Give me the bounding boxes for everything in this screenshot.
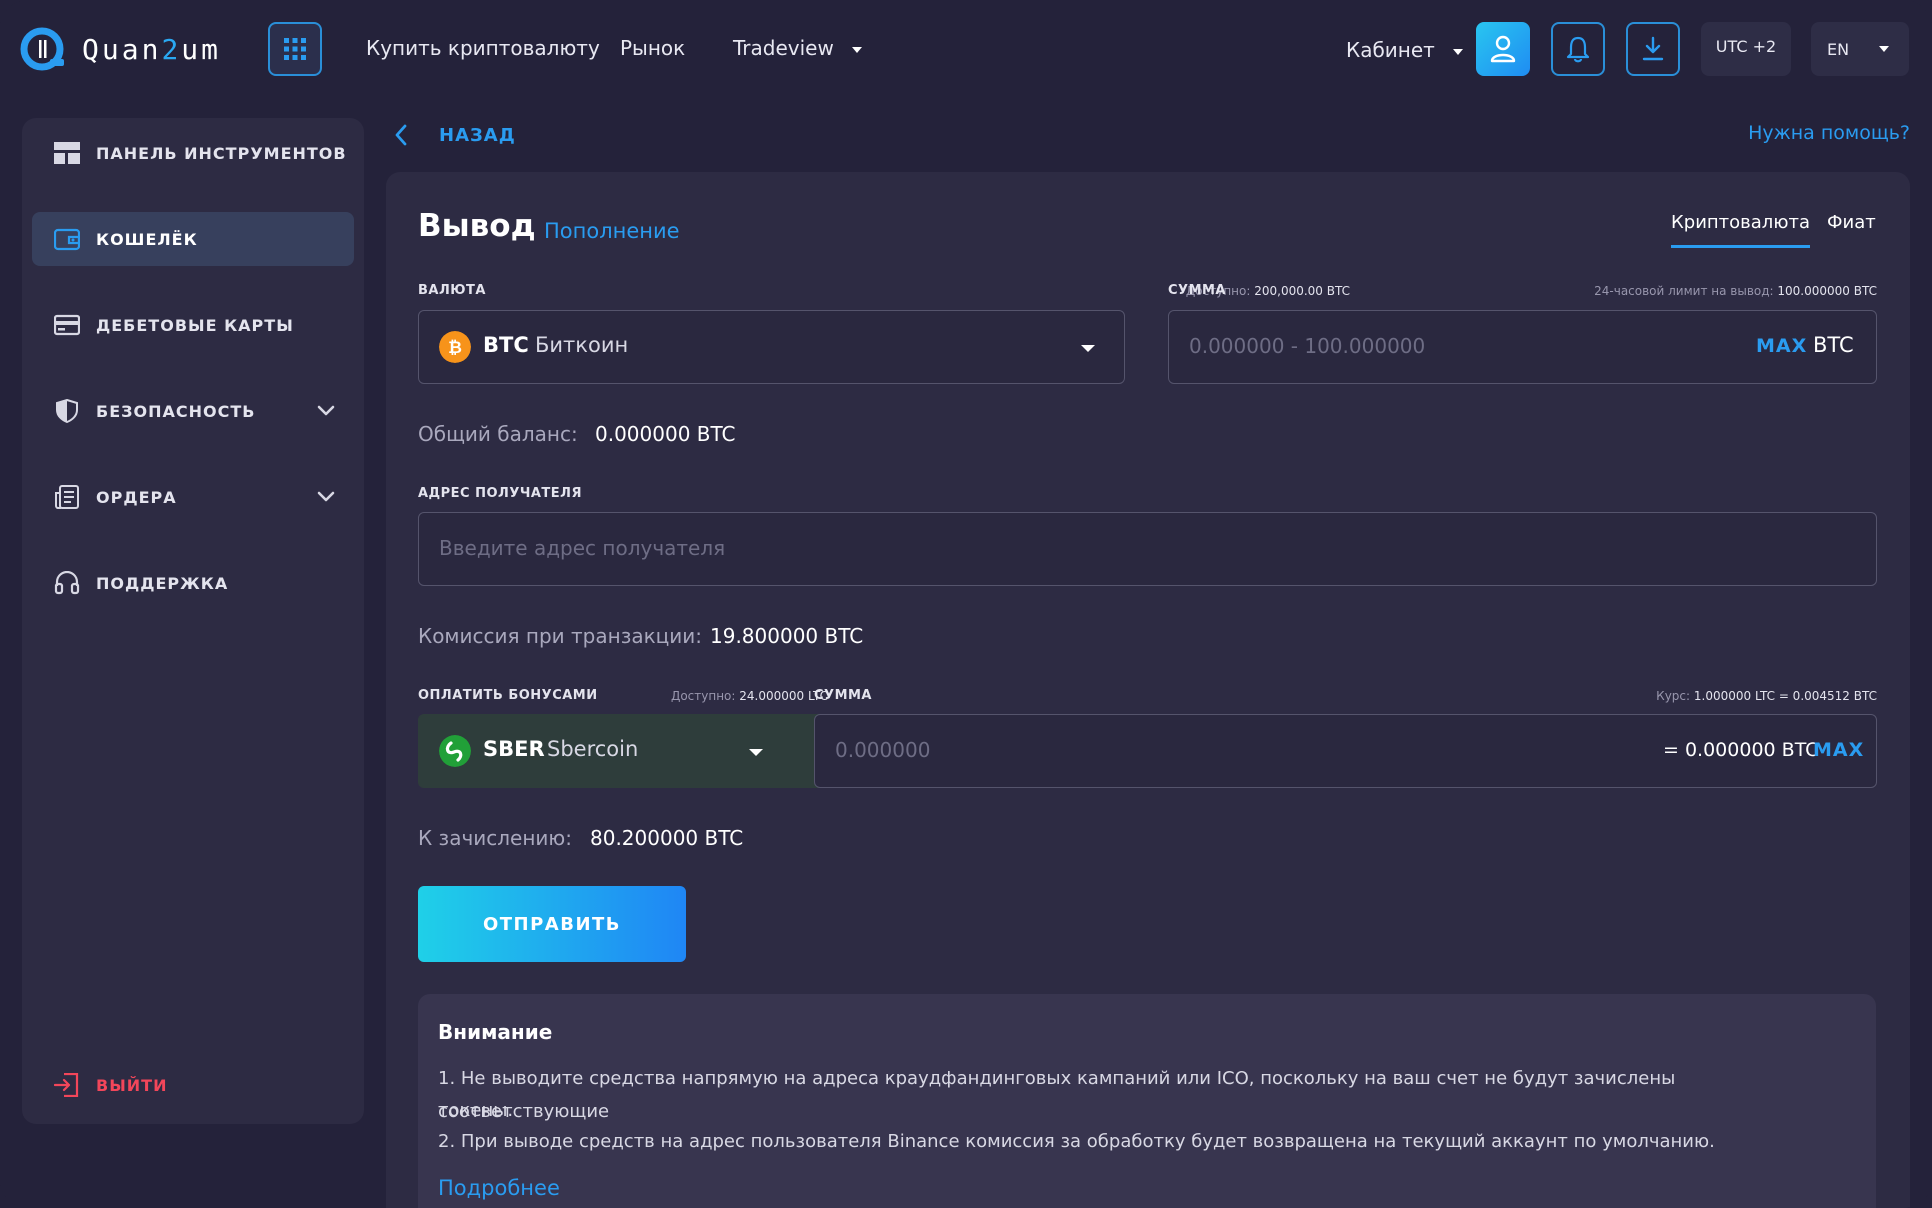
sidebar-item-orders[interactable]: ОРДЕРА [32, 470, 354, 524]
bonus-label: ОПЛАТИТЬ БОНУСАМИ [418, 688, 598, 703]
warning-notice: Внимание 1. Не выводите средства напряму… [418, 994, 1876, 1208]
chevron-down-icon [1081, 345, 1095, 352]
bonus-btc-equivalent: = 0.000000 BTC [1663, 739, 1819, 761]
sidebar-item-debit-cards[interactable]: ДЕБЕТОВЫЕ КАРТЫ [32, 298, 354, 352]
chevron-down-icon [852, 46, 863, 53]
top-header: Quan2um Купить криптовалюту Рынок Tradev… [0, 0, 1932, 100]
cabinet-dropdown[interactable]: Кабинет [1346, 38, 1464, 62]
chevron-left-icon [395, 124, 407, 146]
recipient-label: АДРЕС ПОЛУЧАТЕЛЯ [418, 486, 582, 501]
sidebar-item-label: ПАНЕЛЬ ИНСТРУМЕНТОВ [96, 143, 347, 163]
exchange-rate: Курс: 1.000000 LTC = 0.004512 BTC [1656, 689, 1877, 703]
topup-link[interactable]: Пополнение [544, 219, 680, 243]
language-label: EN [1827, 39, 1850, 59]
apps-grid-button[interactable] [268, 22, 322, 76]
nav-market[interactable]: Рынок [620, 36, 685, 60]
timezone-selector[interactable]: UTC +2 [1701, 22, 1791, 76]
orders-icon [55, 485, 79, 509]
bonus-name: Sbercoin [547, 737, 639, 761]
bonus-select[interactable]: SBER Sbercoin [418, 714, 828, 788]
notifications-button[interactable] [1551, 22, 1605, 76]
fee-value: 19.800000 BTC [710, 624, 864, 648]
more-link[interactable]: Подробнее [438, 1176, 560, 1200]
chevron-down-icon [1879, 46, 1890, 52]
currency-name: Биткоин [535, 333, 629, 357]
withdraw-panel: Вывод Пополнение Криптовалюта Фиат ВАЛЮТ… [386, 172, 1910, 1208]
sidebar: ПАНЕЛЬ ИНСТРУМЕНТОВ КОШЕЛЁК ДЕБЕТОВЫЕ КА… [22, 118, 364, 1124]
logo-icon [20, 25, 68, 73]
notice-line-2: 2. При выводе средств на адрес пользоват… [438, 1131, 1715, 1152]
recipient-placeholder: Введите адрес получателя [439, 536, 726, 560]
sidebar-item-label: ДЕБЕТОВЫЕ КАРТЫ [96, 315, 294, 335]
withdraw-limit: 24-часовой лимит на вывод: 100.000000 BT… [1594, 284, 1877, 298]
language-selector[interactable]: EN [1811, 22, 1909, 76]
notice-title: Внимание [438, 1020, 553, 1044]
back-link[interactable]: НАЗАД [393, 120, 516, 150]
profile-button[interactable] [1476, 22, 1530, 76]
sidebar-item-dashboard[interactable]: ПАНЕЛЬ ИНСТРУМЕНТОВ [32, 126, 354, 180]
nav-tradeview-label: Tradeview [733, 36, 834, 60]
tab-fiat[interactable]: Фиат [1827, 212, 1876, 233]
sidebar-item-security[interactable]: БЕЗОПАСНОСТЬ [32, 384, 354, 438]
bonus-code: SBER [483, 737, 545, 761]
amount-unit: BTC [1813, 333, 1854, 357]
logout-label: ВЫЙТИ [96, 1075, 168, 1095]
nav-tradeview[interactable]: Tradeview [733, 36, 863, 60]
bonus-amount-placeholder: 0.000000 [835, 738, 931, 762]
sidebar-item-label: БЕЗОПАСНОСТЬ [96, 401, 256, 421]
download-icon [1642, 36, 1664, 61]
total-balance-label: Общий баланс: [418, 422, 578, 446]
sidebar-item-label: ПОДДЕРЖКА [96, 573, 229, 593]
sidebar-item-support[interactable]: ПОДДЕРЖКА [32, 556, 354, 610]
logout-button[interactable]: ВЫЙТИ [32, 1058, 354, 1112]
bonus-max-button[interactable]: MAX [1813, 739, 1864, 761]
chevron-down-icon [317, 491, 335, 502]
sbercoin-icon [439, 735, 471, 767]
amount-label: СУММА [1168, 283, 1226, 298]
page-title: Вывод [418, 208, 536, 244]
logo[interactable]: Quan2um [20, 24, 240, 74]
bonus-amount-input[interactable]: 0.000000 = 0.000000 BTC MAX [814, 714, 1877, 788]
notice-line-1-cont: токены. [438, 1100, 514, 1121]
sidebar-item-wallet[interactable]: КОШЕЛЁК [32, 212, 354, 266]
user-icon [1490, 35, 1516, 63]
sidebar-item-label: КОШЕЛЁК [96, 229, 198, 249]
amount-max-button[interactable]: MAX [1756, 335, 1807, 357]
download-button[interactable] [1626, 22, 1680, 76]
app-window: Quan2um Купить криптовалюту Рынок Tradev… [0, 0, 1932, 1208]
recipient-address-input[interactable]: Введите адрес получателя [418, 512, 1877, 586]
credit-value: 80.200000 BTC [590, 826, 744, 850]
card-icon [54, 314, 80, 336]
bonus-amount-label: СУММА [814, 688, 872, 703]
wallet-icon [54, 228, 80, 251]
svg-text:₿: ₿ [448, 338, 462, 358]
tab-crypto[interactable]: Криптовалюта [1671, 212, 1810, 248]
credit-label: К зачислению: [418, 826, 572, 850]
dashboard-icon [54, 142, 80, 164]
fee-label: Комиссия при транзакции: [418, 624, 703, 648]
amount-placeholder: 0.000000 - 100.000000 [1189, 334, 1426, 358]
chevron-down-icon [317, 405, 335, 416]
currency-select[interactable]: ₿ BTC Биткоин [418, 310, 1125, 384]
grid-icon [284, 38, 306, 60]
amount-input[interactable]: 0.000000 - 100.000000 MAX BTC [1168, 310, 1877, 384]
help-link[interactable]: Нужна помощь? [1748, 122, 1910, 144]
bonus-available: Доступно: 24.000000 LTC [670, 689, 828, 703]
nav-buy-crypto[interactable]: Купить криптовалюту [366, 36, 600, 60]
back-label: НАЗАД [439, 124, 516, 146]
shield-icon [56, 399, 78, 423]
headset-icon [54, 571, 80, 595]
total-balance-value: 0.000000 BTC [595, 422, 736, 446]
bitcoin-icon: ₿ [439, 331, 471, 363]
currency-label: ВАЛЮТА [418, 283, 486, 298]
chevron-down-icon [749, 749, 763, 756]
logo-text: Quan2um [82, 32, 222, 66]
currency-code: BTC [483, 333, 529, 357]
submit-button[interactable]: ОТПРАВИТЬ [418, 886, 686, 962]
sidebar-item-label: ОРДЕРА [96, 487, 177, 507]
logout-icon [54, 1073, 79, 1097]
chevron-down-icon [1453, 48, 1464, 55]
cabinet-label: Кабинет [1346, 38, 1435, 62]
bell-icon [1566, 36, 1590, 63]
